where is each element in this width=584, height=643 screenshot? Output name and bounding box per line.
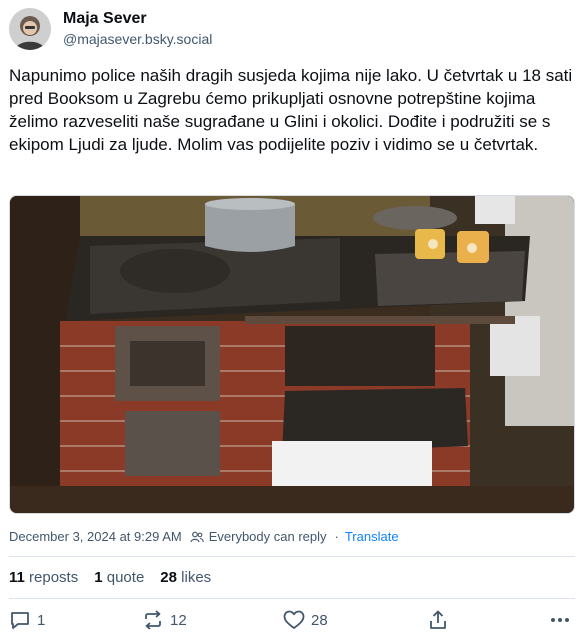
heart-icon bbox=[283, 610, 305, 629]
likes-count: 28 bbox=[160, 569, 177, 586]
reply-icon bbox=[11, 612, 29, 629]
reply-count: 1 bbox=[37, 611, 46, 629]
post-stats: 11 reposts 1 quote 28 likes bbox=[9, 569, 211, 586]
post-thread: Maja Sever @majasever.bsky.social Napuni… bbox=[0, 0, 584, 643]
post-image[interactable] bbox=[9, 195, 575, 514]
like-count: 28 bbox=[311, 611, 328, 629]
photo-wood-stove-icon bbox=[10, 196, 574, 513]
quotes-count: 1 bbox=[94, 569, 103, 586]
quotes-label: quote bbox=[106, 569, 145, 586]
more-button[interactable] bbox=[549, 610, 571, 630]
repost-count: 12 bbox=[170, 611, 187, 629]
quotes-stat[interactable]: 1 quote bbox=[94, 569, 144, 586]
author-handle[interactable]: @majasever.bsky.social bbox=[63, 29, 212, 49]
likes-stat[interactable]: 28 likes bbox=[160, 569, 211, 586]
divider bbox=[9, 556, 575, 557]
meta-separator: · bbox=[334, 529, 339, 544]
post-timestamp[interactable]: December 3, 2024 at 9:29 AM bbox=[9, 529, 182, 544]
reposts-label: reposts bbox=[29, 569, 79, 586]
people-icon bbox=[190, 531, 204, 542]
author-display-name[interactable]: Maja Sever bbox=[63, 9, 212, 29]
reply-setting-label: Everybody can reply bbox=[208, 529, 327, 544]
reposts-count: 11 bbox=[9, 569, 25, 586]
reposts-stat[interactable]: 11 reposts bbox=[9, 569, 78, 586]
post-text: Napunimo police naših dragih susjeda koj… bbox=[9, 66, 573, 154]
post-header: Maja Sever @majasever.bsky.social bbox=[9, 8, 212, 50]
divider bbox=[9, 598, 575, 599]
like-button[interactable]: 28 bbox=[283, 610, 328, 630]
post-actions: 1 12 28 bbox=[0, 610, 584, 636]
share-icon bbox=[430, 610, 446, 629]
more-icon bbox=[551, 618, 569, 622]
post-meta: December 3, 2024 at 9:29 AM Everybody ca… bbox=[9, 529, 399, 544]
repost-button[interactable]: 12 bbox=[142, 610, 187, 630]
translate-link[interactable]: Translate bbox=[345, 529, 399, 544]
reply-button[interactable]: 1 bbox=[9, 610, 45, 630]
avatar-photo-icon bbox=[9, 8, 51, 50]
avatar[interactable] bbox=[9, 8, 51, 50]
reply-setting: Everybody can reply bbox=[190, 529, 327, 544]
likes-label: likes bbox=[181, 569, 212, 586]
share-button[interactable] bbox=[428, 610, 448, 630]
repost-icon bbox=[145, 610, 161, 630]
author-names: Maja Sever @majasever.bsky.social bbox=[63, 9, 212, 49]
